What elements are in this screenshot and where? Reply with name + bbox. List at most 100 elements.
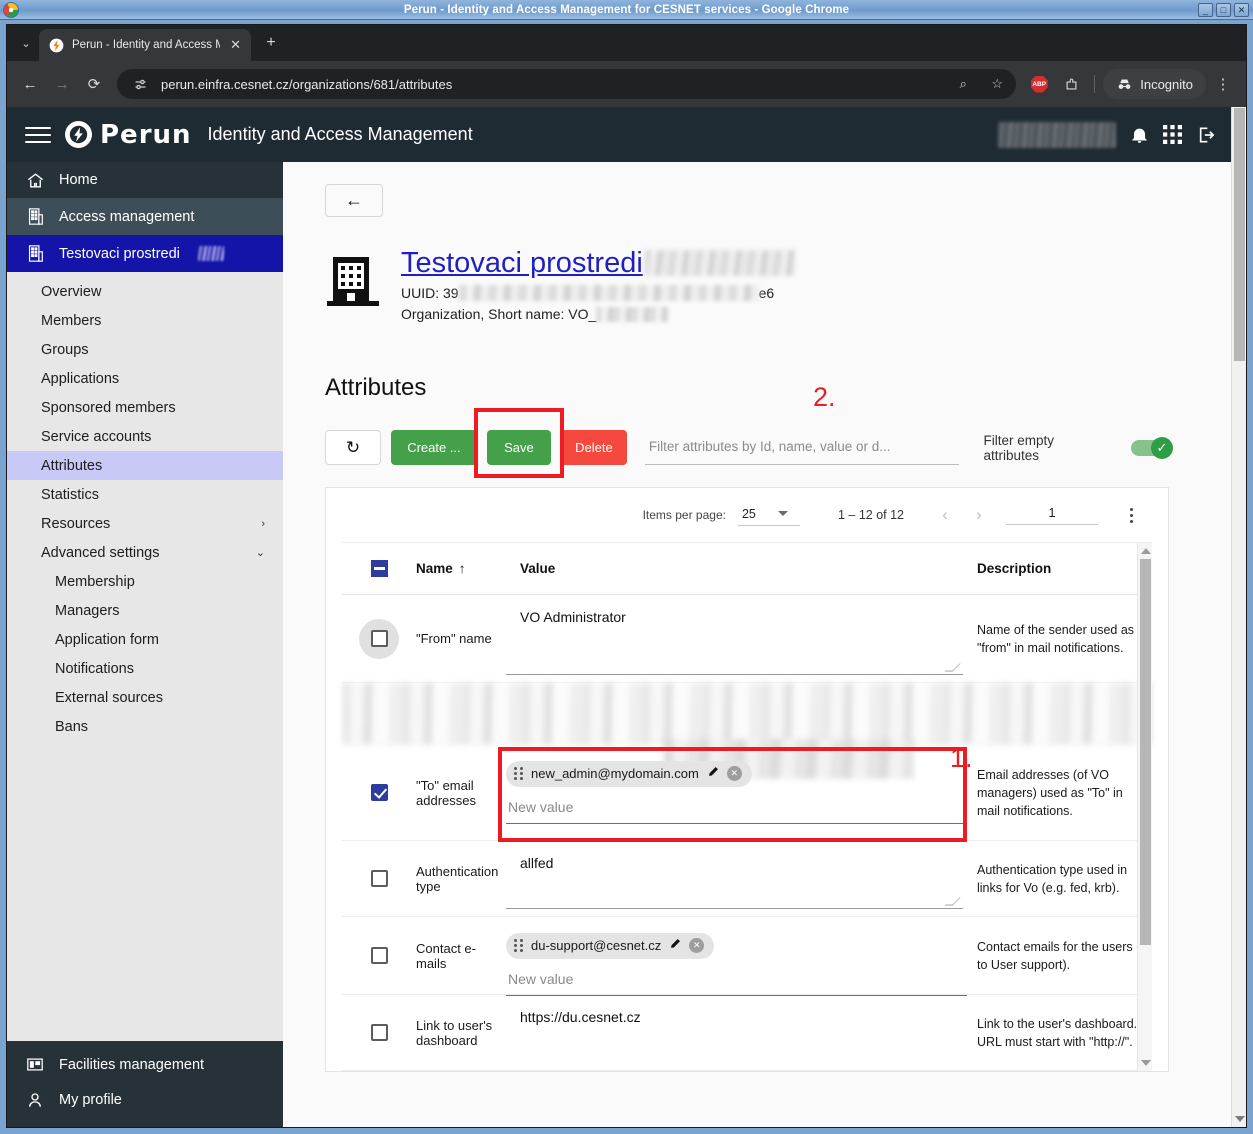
table-row[interactable]: Contact e-mails du-support@cesnet.cz xyxy=(342,917,1152,995)
sidebar-item-label: Membership xyxy=(55,574,135,590)
attribute-value-cell[interactable]: https://du.cesnet.cz xyxy=(506,995,977,1070)
incognito-indicator[interactable]: Incognito xyxy=(1103,69,1206,99)
value-chip[interactable]: new_admin@mydomain.com ✕ xyxy=(506,761,752,787)
sidebar-item-application-form[interactable]: Application form xyxy=(7,625,283,654)
sidebar-item-applications[interactable]: Applications xyxy=(7,364,283,393)
back-icon[interactable]: ← xyxy=(15,69,45,99)
pencil-icon[interactable] xyxy=(669,938,681,953)
table-row[interactable]: 1. "To" email addresses xyxy=(342,745,1152,841)
sidebar-item-statistics[interactable]: Statistics xyxy=(7,480,283,509)
previous-page-button[interactable]: ‹ xyxy=(928,498,962,532)
adblock-plus-icon[interactable]: ABP xyxy=(1024,69,1054,99)
reload-icon[interactable]: ⟳ xyxy=(79,69,109,99)
next-page-button[interactable]: › xyxy=(962,498,996,532)
menu-toggle-icon[interactable] xyxy=(25,127,51,143)
save-button[interactable]: Save xyxy=(487,430,551,465)
row-checkbox[interactable] xyxy=(371,630,388,647)
scroll-down-icon[interactable] xyxy=(1235,1116,1245,1122)
new-tab-button[interactable]: + xyxy=(257,29,285,57)
textarea-resize-handle[interactable] xyxy=(948,897,957,906)
create-button[interactable]: Create ... xyxy=(391,430,477,465)
textarea-resize-handle[interactable] xyxy=(948,663,957,672)
refresh-button[interactable]: ↻ xyxy=(325,430,381,465)
scroll-up-icon[interactable] xyxy=(1141,548,1151,554)
attribute-value-cell[interactable]: du-support@cesnet.cz ✕ New value xyxy=(506,917,977,994)
sidebar-item-access-management[interactable]: Access management xyxy=(7,198,283,235)
bookmark-star-icon[interactable]: ☆ xyxy=(984,71,1010,97)
sidebar-item-overview[interactable]: Overview xyxy=(7,277,283,306)
filter-attributes-input[interactable] xyxy=(645,431,960,465)
search-icon[interactable]: ⌕ xyxy=(950,71,976,97)
sidebar-item-managers[interactable]: Managers xyxy=(7,596,283,625)
sidebar-item-membership[interactable]: Membership xyxy=(7,567,283,596)
items-per-page-select[interactable]: 25 xyxy=(738,505,800,526)
new-value-placeholder[interactable]: New value xyxy=(506,959,977,995)
row-checkbox[interactable] xyxy=(371,870,388,887)
row-checkbox[interactable] xyxy=(371,947,388,964)
sidebar-item-sponsored-members[interactable]: Sponsored members xyxy=(7,393,283,422)
attribute-value-cell[interactable] xyxy=(506,683,977,744)
forward-icon[interactable]: → xyxy=(47,69,77,99)
attribute-value-cell[interactable]: allfed xyxy=(506,841,977,916)
sidebar-item-groups[interactable]: Groups xyxy=(7,335,283,364)
vo-title-link[interactable]: Testovaci prostredi xyxy=(401,247,643,280)
perun-logo[interactable]: Perun xyxy=(65,120,192,150)
delete-button[interactable]: Delete xyxy=(561,430,627,465)
sidebar-item-advanced-settings[interactable]: Advanced settings ⌄ xyxy=(7,538,283,567)
sidebar-item-notifications[interactable]: Notifications xyxy=(7,654,283,683)
drag-handle-icon[interactable] xyxy=(514,939,523,952)
column-header-name[interactable]: Name ↑ xyxy=(416,561,506,576)
browser-tab[interactable]: Perun - Identity and Access Ma ✕ xyxy=(39,29,251,61)
scrollbar-thumb[interactable] xyxy=(1234,108,1245,361)
sidebar-item-service-accounts[interactable]: Service accounts xyxy=(7,422,283,451)
page-number-input[interactable]: 1 xyxy=(1006,505,1098,525)
table-row[interactable]: Link to user's dashboard https://du.cesn… xyxy=(342,995,1152,1071)
page-scrollbar[interactable] xyxy=(1231,107,1246,1127)
sidebar-item-facilities-management[interactable]: Facilities management xyxy=(7,1047,283,1082)
table-row[interactable]: "From" name VO Administrator Name of the… xyxy=(342,595,1152,683)
row-checkbox[interactable] xyxy=(371,1024,388,1041)
sidebar-item-home[interactable]: Home xyxy=(7,162,283,198)
sidebar-item-my-profile[interactable]: My profile xyxy=(7,1082,283,1117)
remove-chip-icon[interactable]: ✕ xyxy=(689,938,704,953)
new-value-placeholder[interactable]: New value xyxy=(506,787,977,823)
tab-close-icon[interactable]: ✕ xyxy=(228,37,243,53)
attribute-value-cell[interactable]: VO Administrator xyxy=(506,595,977,682)
table-options-icon[interactable] xyxy=(1114,508,1148,523)
minimize-button[interactable]: _ xyxy=(1198,3,1213,17)
value-chip[interactable]: du-support@cesnet.cz ✕ xyxy=(506,933,714,959)
row-checkbox[interactable] xyxy=(371,784,388,801)
drag-handle-icon[interactable] xyxy=(514,767,523,780)
extensions-icon[interactable] xyxy=(1056,69,1086,99)
site-settings-icon[interactable] xyxy=(127,71,153,97)
sidebar-item-external-sources[interactable]: External sources xyxy=(7,683,283,712)
column-header-description[interactable]: Description xyxy=(977,559,1152,579)
logout-icon[interactable] xyxy=(1196,125,1217,145)
column-header-value[interactable]: Value xyxy=(506,561,977,576)
table-row[interactable] xyxy=(342,683,1152,745)
sidebar-item-testovaci-prostredi[interactable]: Testovaci prostredi xyxy=(7,235,283,272)
back-button[interactable]: ← xyxy=(325,184,383,217)
sidebar-item-attributes[interactable]: Attributes xyxy=(7,451,283,480)
scroll-down-icon[interactable] xyxy=(1141,1060,1151,1066)
tab-search-icon[interactable]: ⌄ xyxy=(13,29,39,57)
filter-empty-toggle[interactable]: ✓ xyxy=(1131,440,1169,456)
sidebar-item-members[interactable]: Members xyxy=(7,306,283,335)
close-button[interactable]: ✕ xyxy=(1234,3,1249,17)
notifications-icon[interactable] xyxy=(1130,125,1149,145)
pencil-icon[interactable] xyxy=(707,766,719,781)
chrome-menu-icon[interactable]: ⋮ xyxy=(1208,69,1238,99)
items-per-page-value: 25 xyxy=(742,507,756,521)
table-row[interactable]: Authentication type allfed Authenticatio… xyxy=(342,841,1152,917)
sidebar-item-bans[interactable]: Bans xyxy=(7,712,283,741)
attribute-value-cell[interactable]: new_admin@mydomain.com ✕ New value xyxy=(506,745,977,840)
sidebar-item-resources[interactable]: Resources › xyxy=(7,509,283,538)
maximize-button[interactable]: □ xyxy=(1216,3,1231,17)
apps-grid-icon[interactable] xyxy=(1163,125,1182,144)
scrollbar-thumb[interactable] xyxy=(1140,559,1151,945)
remove-chip-icon[interactable]: ✕ xyxy=(727,766,742,781)
select-all-checkbox[interactable] xyxy=(371,560,388,577)
table-scrollbar[interactable] xyxy=(1137,543,1152,1071)
building-icon xyxy=(25,207,45,226)
address-bar[interactable]: perun.einfra.cesnet.cz/organizations/681… xyxy=(117,69,1016,99)
